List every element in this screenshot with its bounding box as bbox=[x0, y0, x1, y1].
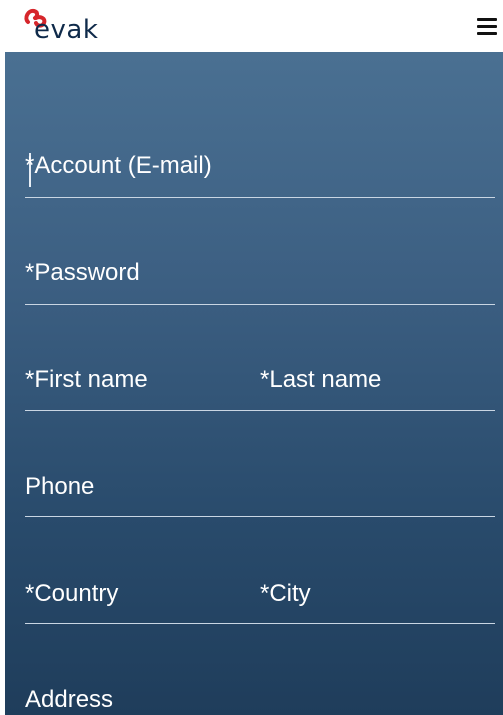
account-email-label: *Account (E-mail) bbox=[25, 152, 212, 179]
country-label: *Country bbox=[25, 580, 119, 607]
registration-form: *Account (E-mail) *Password *First name … bbox=[5, 52, 503, 715]
account-email-field[interactable]: *Account (E-mail) bbox=[25, 151, 212, 181]
city-label: *City bbox=[260, 580, 311, 607]
hamburger-menu-icon[interactable] bbox=[477, 18, 497, 36]
password-field[interactable]: *Password bbox=[25, 258, 140, 288]
logo-text: evak bbox=[34, 15, 99, 45]
first-name-field[interactable]: *First name bbox=[25, 365, 148, 395]
last-name-label: *Last name bbox=[260, 366, 382, 393]
top-bar: evak bbox=[0, 0, 503, 52]
phone-label: Phone bbox=[25, 473, 95, 500]
phone-field[interactable]: Phone bbox=[25, 472, 94, 502]
password-underline bbox=[25, 304, 495, 305]
name-underline bbox=[25, 410, 495, 411]
first-name-label: *First name bbox=[25, 366, 148, 393]
city-field[interactable]: *City bbox=[260, 579, 311, 609]
evak-logo[interactable]: evak bbox=[22, 6, 132, 46]
password-label: *Password bbox=[25, 259, 140, 286]
country-field[interactable]: *Country bbox=[25, 579, 118, 609]
address-field[interactable]: Address bbox=[25, 685, 113, 715]
last-name-field[interactable]: *Last name bbox=[260, 365, 381, 395]
address-label: Address bbox=[25, 686, 114, 713]
location-underline bbox=[25, 623, 495, 624]
phone-underline bbox=[25, 516, 495, 517]
account-email-underline bbox=[25, 197, 495, 198]
